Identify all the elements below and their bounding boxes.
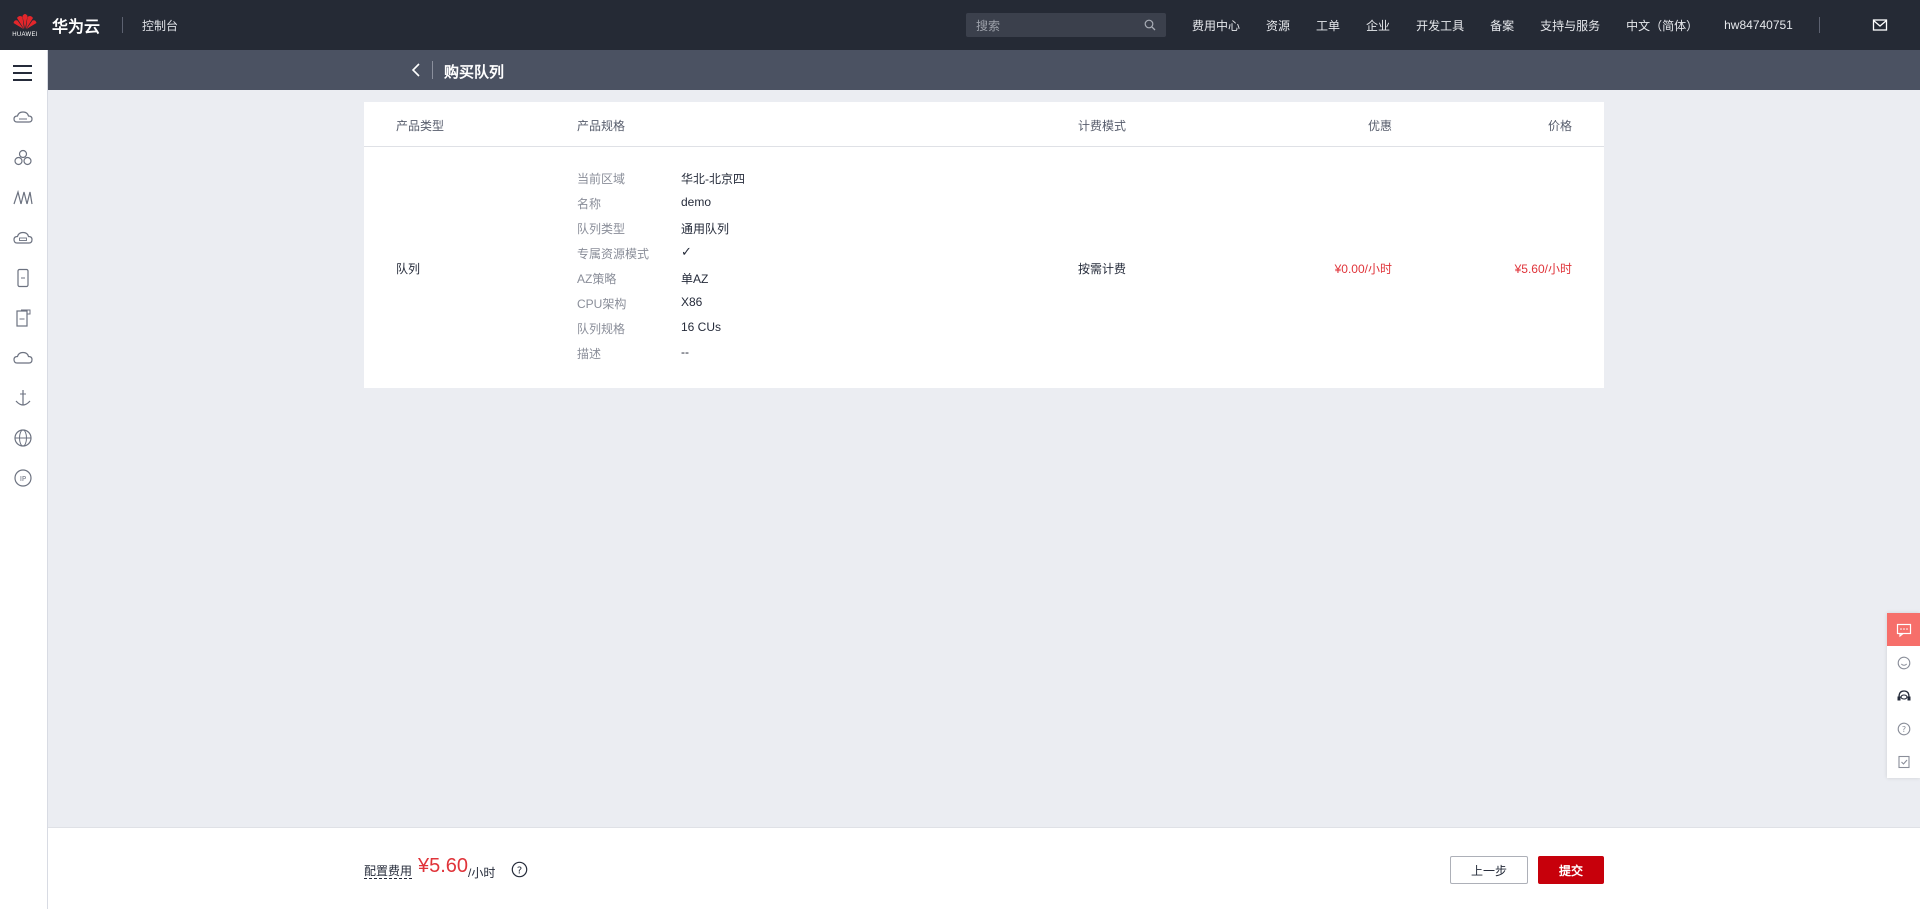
cluster-icon[interactable] — [12, 147, 34, 169]
spec-value-dedicated-mode: ✓ — [681, 244, 692, 259]
nav-tickets[interactable]: 工单 — [1316, 17, 1340, 34]
svg-text:?: ? — [517, 865, 522, 876]
question-icon: ? — [1897, 722, 1910, 735]
config-fee-amount: ¥5.60 — [418, 855, 469, 877]
logo-wordmark: HUAWEI — [12, 32, 38, 38]
search-icon[interactable] — [1144, 19, 1156, 31]
column-header-discount: 优惠 — [1367, 119, 1392, 133]
cloud-storage-icon[interactable] — [12, 227, 34, 249]
spec-value-queue-type: 通用队列 — [681, 222, 730, 236]
svg-text:?: ? — [1901, 725, 1905, 734]
spec-label-az-policy: AZ策略 — [577, 272, 617, 286]
nav-username[interactable]: hw84740751 — [1724, 18, 1793, 32]
spec-label-cpu-arch: CPU架构 — [577, 297, 627, 311]
page-title: 购买队列 — [444, 64, 505, 81]
console-link[interactable]: 控制台 — [142, 17, 178, 34]
spec-label-queue-type: 队列类型 — [577, 222, 626, 236]
search-placeholder: 搜索 — [976, 18, 1001, 33]
smile-icon — [1897, 656, 1910, 669]
question-icon[interactable]: ? — [511, 861, 528, 878]
service-button[interactable] — [1887, 679, 1920, 712]
back-arrow-icon[interactable] — [408, 61, 426, 79]
nav-resources[interactable]: 资源 — [1266, 17, 1290, 34]
spec-label-region: 当前区域 — [577, 172, 626, 186]
column-header-product-type: 产品类型 — [396, 119, 445, 133]
spec-label-description: 描述 — [577, 347, 602, 361]
headset-icon — [1897, 689, 1910, 700]
anchor-icon[interactable] — [12, 387, 34, 409]
previous-step-button[interactable]: 上一步 — [1450, 856, 1528, 884]
todo-button[interactable] — [1887, 745, 1920, 778]
spec-value-name: demo — [681, 195, 712, 209]
page-header: 购买队列 — [48, 50, 1920, 90]
svg-text:IP: IP — [20, 475, 26, 483]
globe-icon[interactable] — [12, 427, 34, 449]
product-type-value: 队列 — [396, 262, 421, 276]
nav-support[interactable]: 支持与服务 — [1540, 17, 1600, 34]
nav-icp-filing[interactable]: 备案 — [1490, 17, 1514, 34]
menu-icon[interactable] — [13, 65, 32, 81]
nav-enterprise[interactable]: 企业 — [1366, 17, 1390, 34]
nav-billing-center[interactable]: 费用中心 — [1192, 17, 1240, 34]
cloud-icon[interactable] — [12, 347, 34, 369]
spec-label-queue-size: 队列规格 — [577, 322, 626, 336]
submit-button[interactable]: 提交 — [1538, 856, 1604, 884]
top-bar: HUAWEI 华为云 控制台 搜索 费用中心 资源 工单 企业 开发工具 备案 … — [0, 0, 1920, 50]
column-header-billing-mode: 计费模式 — [1078, 119, 1127, 133]
chat-button[interactable] — [1887, 613, 1920, 646]
document-icon[interactable] — [12, 307, 34, 329]
billing-mode-value: 按需计费 — [1078, 262, 1127, 276]
spec-label-dedicated-mode: 专属资源模式 — [577, 247, 650, 261]
table-header: 产品类型 产品规格 计费模式 优惠 价格 — [364, 102, 1604, 147]
spec-value-queue-size: 16 CUs — [681, 320, 722, 334]
column-header-product-spec: 产品规格 — [577, 119, 626, 133]
ip-icon[interactable]: IP — [12, 467, 34, 489]
discount-value: ¥0.00/小时 — [1334, 262, 1392, 276]
divider — [1818, 17, 1820, 33]
checklist-icon — [1897, 755, 1910, 768]
phone-icon[interactable] — [12, 267, 34, 289]
spec-value-az-policy: 单AZ — [681, 272, 709, 286]
huawei-flower-icon — [13, 14, 37, 29]
huawei-logo[interactable]: HUAWEI — [0, 0, 50, 50]
config-fee-unit: /小时 — [468, 866, 496, 880]
price-value: ¥5.60/小时 — [1514, 262, 1572, 276]
divider — [432, 61, 433, 79]
spec-value-region: 华北-北京四 — [681, 172, 745, 186]
spec-value-cpu-arch: X86 — [681, 295, 703, 309]
search-input[interactable]: 搜索 — [966, 13, 1166, 37]
feedback-button[interactable] — [1887, 646, 1920, 679]
column-header-price: 价格 — [1547, 119, 1572, 133]
bridge-icon[interactable] — [12, 187, 34, 209]
mail-icon[interactable] — [1872, 17, 1888, 33]
spec-label-name: 名称 — [577, 197, 602, 211]
left-sidebar: IP — [0, 50, 48, 909]
spec-value-description: -- — [681, 345, 689, 359]
cloud-server-icon[interactable] — [12, 107, 34, 129]
nav-dev-tools[interactable]: 开发工具 — [1416, 17, 1464, 34]
floating-toolbar: ? — [1887, 613, 1920, 778]
divider — [122, 17, 124, 33]
chat-icon — [1896, 623, 1911, 637]
nav-language[interactable]: 中文（简体） — [1626, 17, 1698, 34]
order-table: 产品类型 产品规格 计费模式 优惠 价格 队列 当前区域 华北-北京四 名称 d… — [364, 102, 1604, 388]
top-right-nav: 搜索 费用中心 资源 工单 企业 开发工具 备案 支持与服务 中文（简体） hw… — [966, 0, 1820, 50]
config-fee-label[interactable]: 配置费用 — [364, 864, 413, 879]
checkout-bar: 配置费用 ¥5.60 /小时 ? 上一步 提交 — [48, 827, 1920, 909]
help-button[interactable]: ? — [1887, 712, 1920, 745]
brand-name[interactable]: 华为云 — [52, 13, 100, 37]
